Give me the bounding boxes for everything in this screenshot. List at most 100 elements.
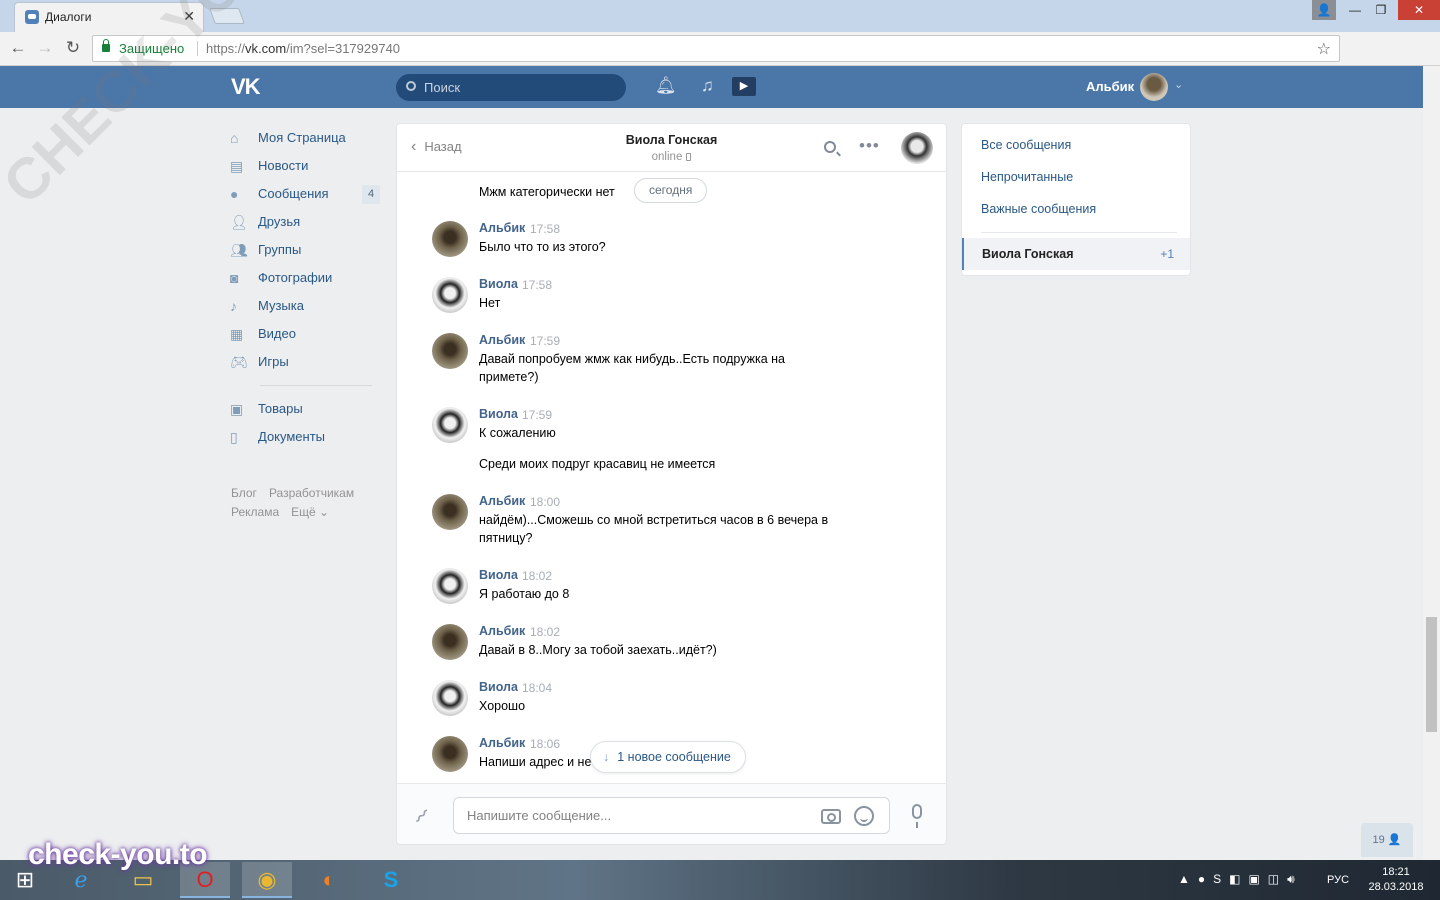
nav-item-games[interactable]: 🎮︎ Игры [230,348,380,376]
avatar[interactable] [432,221,468,257]
emoji-icon[interactable] [854,806,874,826]
avatar[interactable] [432,680,468,716]
new-message-button[interactable]: ↓ 1 новое сообщение [590,741,746,773]
language-indicator[interactable]: РУС [1327,874,1349,886]
footer-devs-link[interactable]: Разработчикам [269,486,354,500]
avatar[interactable] [432,736,468,772]
nav-item-friends[interactable]: 👤︎ Друзья [230,208,380,236]
footer-more-link[interactable]: Ещё ⌄ [291,505,329,519]
avatar[interactable] [432,624,468,660]
message-author[interactable]: Виола [479,277,518,291]
close-window-button[interactable]: ✕ [1398,0,1440,20]
paperclip-icon[interactable]: ⌇ [409,804,434,829]
nav-item-groups[interactable]: 👥︎ Группы [230,236,380,264]
browser-tab[interactable]: Диалоги ✕ [14,2,204,32]
avatar[interactable] [432,568,468,604]
page-scrollbar[interactable] [1423,66,1440,860]
address-bar[interactable]: Защищено https://vk.com/im?sel=317929740… [92,35,1340,62]
nav-item-music[interactable]: ♪ Музыка [230,292,380,320]
message-author[interactable]: Альбик [479,221,525,235]
nav-item-news[interactable]: ▤ Новости [230,152,380,180]
new-tab-button[interactable] [209,8,245,24]
chat-header: ‹ Назад Виола Гонская online ••• [397,124,946,172]
reload-icon[interactable]: ↻ [63,38,83,58]
vk-logo[interactable]: VK [231,74,261,100]
selected-dialog-name: Виола Гонская [982,247,1074,261]
watermark-text: check-you.to [28,838,208,871]
avatar[interactable] [432,407,468,443]
nav-item-my-page[interactable]: ⌂ Моя Страница [230,124,380,152]
maximize-button[interactable]: ❐ [1366,0,1396,20]
nav-item-market[interactable]: ▣ Товары [230,395,380,423]
message-author[interactable]: Виола [479,407,518,421]
message-text: Давай попробуем жмж как нибудь..Есть под… [479,352,785,384]
avatar[interactable] [432,333,468,369]
nav-item-messages[interactable]: ● Сообщения 4 [230,180,380,208]
avatar[interactable] [432,277,468,313]
nav-item-documents[interactable]: ▯ Документы [230,423,380,451]
filter-important[interactable]: Важные сообщения [981,202,1096,216]
message-author[interactable]: Альбик [479,736,525,750]
nav-item-video[interactable]: ▦ Видео [230,320,380,348]
selected-dialog[interactable]: Виола Гонская +1 [962,238,1190,270]
bookmark-star-icon[interactable]: ☆ [1317,39,1331,59]
message-time: 17:58 [522,278,553,292]
taskbar-clock[interactable]: 18:21 28.03.2018 [1368,865,1424,895]
filter-all-messages[interactable]: Все сообщения [981,138,1071,152]
message-history: Мжм категорически нет сегодня Альбик 17:… [397,173,946,783]
footer-blog-link[interactable]: Блог [231,486,257,500]
microphone-icon[interactable] [912,804,922,828]
market-icon: ▣ [230,401,244,417]
secure-label: Защищено [119,41,185,56]
music-note-icon[interactable]: ♫ [701,76,714,96]
message-text: найдём)...Сможешь со мной встретиться ча… [479,513,829,545]
profile-icon[interactable]: 👤 [1312,0,1336,20]
scrollbar-thumb[interactable] [1426,617,1437,732]
groups-icon: 👥︎ [230,242,248,258]
message-input[interactable]: Напишите сообщение... [453,797,890,834]
message-time: 18:02 [522,569,553,583]
back-arrow-icon[interactable]: ← [8,38,28,58]
message-text: К сожалению [479,426,556,440]
system-tray-icons[interactable]: ▲●S◧▣◫🔊︎ [1178,872,1303,887]
camera-attach-icon[interactable] [821,809,841,824]
search-input[interactable]: Поиск [396,74,626,101]
user-avatar[interactable] [1140,73,1168,101]
news-icon: ▤ [230,158,244,174]
camera-icon: ◙ [230,270,239,286]
firefox-icon[interactable]: ◐ [304,862,354,898]
more-options-icon[interactable]: ••• [859,136,880,156]
filter-unread[interactable]: Непрочитанные [981,170,1073,184]
avatar[interactable] [432,494,468,530]
video-play-icon[interactable]: ▶ [732,77,756,96]
lock-icon [102,39,110,52]
chat-search-icon[interactable] [824,141,836,153]
nav-item-photos[interactable]: ◙ Фотографии [230,264,380,292]
home-icon: ⌂ [230,130,239,146]
documents-icon: ▯ [230,429,238,445]
message-author[interactable]: Альбик [479,333,525,347]
message-time: 18:04 [522,681,553,695]
tab-close-icon[interactable]: ✕ [183,8,195,25]
message-time: 18:06 [530,737,561,751]
chevron-down-icon[interactable]: ⌄ [1174,78,1183,91]
chrome-icon[interactable]: ◉ [242,862,292,898]
friends-icon: 👤︎ [230,214,248,230]
message-author[interactable]: Виола [479,568,518,582]
footer-ads-link[interactable]: Реклама [231,505,279,519]
date-separator: сегодня [634,178,708,203]
nav-divider [260,385,372,386]
message-text: Нет [479,296,501,310]
peer-avatar[interactable] [901,132,933,164]
user-name[interactable]: Альбик [1086,79,1134,94]
url-text[interactable]: https://vk.com/im?sel=317929740 [206,41,400,56]
message-author[interactable]: Виола [479,680,518,694]
skype-icon[interactable]: S [366,862,416,898]
message-author[interactable]: Альбик [479,494,525,508]
search-icon [406,81,416,91]
message-author[interactable]: Альбик [479,624,525,638]
online-friends-widget[interactable]: 19 👤 [1361,823,1413,857]
forward-arrow-icon[interactable]: → [35,38,55,58]
games-icon: 🎮︎ [230,354,248,370]
bell-icon[interactable]: 🔔︎ [655,76,677,96]
